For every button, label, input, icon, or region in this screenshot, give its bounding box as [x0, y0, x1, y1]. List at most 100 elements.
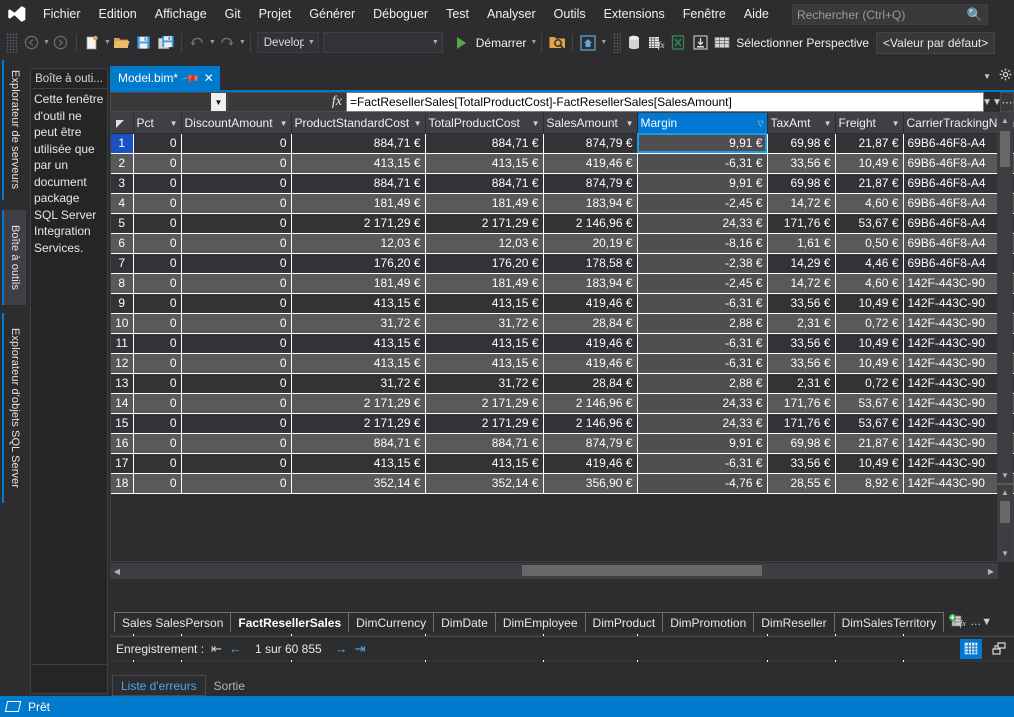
table-row[interactable]: 17 0 0 413,15 €413,15 €419,46 € -6,31 €33,56… — [111, 453, 1014, 474]
navigate-forward-icon[interactable] — [50, 31, 72, 55]
cell-discountamount[interactable]: 0 — [181, 473, 292, 494]
row-header[interactable]: 9 — [111, 293, 134, 314]
measure-vertical-scrollbar[interactable]: ▲ ▼ — [997, 485, 1013, 561]
cell-freight[interactable]: 10,49 € — [835, 333, 904, 354]
cell-productstandardcost[interactable]: 413,15 € — [291, 153, 426, 174]
save-all-icon[interactable] — [155, 31, 177, 55]
cell-taxamt[interactable]: 33,56 € — [767, 333, 836, 354]
row-header[interactable]: 17 — [111, 453, 134, 474]
cell-pct[interactable]: 0 — [133, 393, 182, 414]
filter-dropdown-icon[interactable]: ▽ — [757, 119, 763, 128]
cell-pct[interactable]: 0 — [133, 233, 182, 254]
cell-freight[interactable]: 8,92 € — [835, 473, 904, 494]
cell-taxamt[interactable]: 2,31 € — [767, 373, 836, 394]
start-button[interactable]: Démarrer — [473, 36, 530, 50]
new-item-dropdown-icon[interactable]: ▼ — [104, 39, 111, 46]
cell-productstandardcost[interactable]: 352,14 € — [291, 473, 426, 494]
cell-pct[interactable]: 0 — [133, 433, 182, 454]
cell-margin[interactable]: 2,88 € — [637, 373, 768, 394]
cell-productstandardcost[interactable]: 176,20 € — [291, 253, 426, 274]
sidebar-item-server-explorer[interactable]: Explorateur de serveurs — [2, 60, 26, 200]
cell-pct[interactable]: 0 — [133, 273, 182, 294]
cell-taxamt[interactable]: 69,98 € — [767, 173, 836, 194]
next-record-icon[interactable]: → — [335, 641, 348, 656]
table-tab-dimreseller[interactable]: DimReseller — [753, 612, 835, 632]
cell-totalproductcost[interactable]: 181,49 € — [425, 273, 544, 294]
table-grid-icon[interactable] — [711, 31, 733, 55]
row-header[interactable]: 12 — [111, 353, 134, 374]
cell-salesamount[interactable]: 356,90 € — [543, 473, 638, 494]
table-row[interactable]: 1 0 0 884,71 €884,71 €874,79 €9,91 €69,98 €… — [111, 133, 1014, 154]
cell-totalproductcost[interactable]: 176,20 € — [425, 253, 544, 274]
row-header[interactable]: 5 — [111, 213, 134, 234]
table-row[interactable]: 6 0 0 12,03 €12,03 €20,19 € -8,16 €1,61 €0,5… — [111, 233, 1014, 254]
cell-salesamount[interactable]: 2 146,96 € — [543, 393, 638, 414]
cell-discountamount[interactable]: 0 — [181, 133, 292, 154]
table-tab-dimsalesterritory[interactable]: DimSalesTerritory — [833, 612, 945, 632]
data-vertical-scrollbar[interactable]: ▲ ▼ — [997, 113, 1013, 483]
cell-productstandardcost[interactable]: 2 171,29 € — [291, 413, 426, 434]
cell-salesamount[interactable]: 419,46 € — [543, 153, 638, 174]
row-header[interactable]: 2 — [111, 153, 134, 174]
cell-totalproductcost[interactable]: 884,71 € — [425, 133, 544, 154]
cell-discountamount[interactable]: 0 — [181, 393, 292, 414]
gear-icon[interactable] — [999, 68, 1012, 84]
cell-taxamt[interactable]: 33,56 € — [767, 293, 836, 314]
scroll-down-icon[interactable]: ▼ — [997, 468, 1013, 483]
cell-freight[interactable]: 10,49 € — [835, 353, 904, 374]
cell-salesamount[interactable]: 28,84 € — [543, 313, 638, 334]
cell-freight[interactable]: 53,67 € — [835, 413, 904, 434]
cell-margin[interactable]: -6,31 € — [637, 293, 768, 314]
table-row[interactable]: 11 0 0 413,15 €413,15 €419,46 € -6,31 €33,56… — [111, 333, 1014, 354]
cell-taxamt[interactable]: 69,98 € — [767, 133, 836, 154]
cell-freight[interactable]: 4,60 € — [835, 273, 904, 294]
menu-deboguer[interactable]: Déboguer — [364, 3, 437, 25]
import-data-icon[interactable] — [689, 31, 711, 55]
cell-discountamount[interactable]: 0 — [181, 193, 292, 214]
cell-margin[interactable]: 2,88 € — [637, 313, 768, 334]
filter-dropdown-icon[interactable]: ▼ — [626, 119, 634, 128]
table-row[interactable]: 10 0 0 31,72 €31,72 €28,84 €2,88 €2,31 €0,7… — [111, 313, 1014, 334]
cell-discountamount[interactable]: 0 — [181, 413, 292, 434]
row-header[interactable]: 14 — [111, 393, 134, 414]
cell-totalproductcost[interactable]: 2 171,29 € — [425, 213, 544, 234]
navigate-back-dropdown-icon[interactable]: ▼ — [43, 39, 50, 46]
home-icon[interactable] — [577, 31, 599, 55]
cell-productstandardcost[interactable]: 413,15 € — [291, 333, 426, 354]
cell-pct[interactable]: 0 — [133, 193, 182, 214]
table-tab-dimpromotion[interactable]: DimPromotion — [662, 612, 755, 632]
cell-taxamt[interactable]: 69,98 € — [767, 433, 836, 454]
tab-output[interactable]: Sortie — [206, 675, 253, 696]
column-header-pct[interactable]: Pct ▼ — [133, 113, 182, 134]
cell-freight[interactable]: 21,87 € — [835, 133, 904, 154]
cell-salesamount[interactable]: 874,79 € — [543, 433, 638, 454]
cell-margin[interactable]: -2,38 € — [637, 253, 768, 274]
cell-salesamount[interactable]: 20,19 € — [543, 233, 638, 254]
search-input[interactable]: Rechercher (Ctrl+Q) 🔍 — [792, 4, 988, 25]
cell-salesamount[interactable]: 874,79 € — [543, 133, 638, 154]
row-header[interactable]: 8 — [111, 273, 134, 294]
table-row[interactable]: 2 0 0 413,15 €413,15 €419,46 € -6,31 €33,56 … — [111, 153, 1014, 174]
scroll-right-icon[interactable]: ▶ — [984, 567, 998, 576]
cell-taxamt[interactable]: 28,55 € — [767, 473, 836, 494]
row-header[interactable]: 1 — [111, 133, 134, 154]
diagram-view-icon[interactable] — [988, 639, 1010, 659]
column-header-discountamount[interactable]: DiscountAmount ▼ — [181, 113, 292, 134]
table-row[interactable]: 18 0 0 352,14 €352,14 €356,90 € -4,76 €28,55… — [111, 473, 1014, 494]
cell-discountamount[interactable]: 0 — [181, 333, 292, 354]
table-row[interactable]: 9 0 0 413,15 €413,15 €419,46 € -6,31 €33,56 … — [111, 293, 1014, 314]
scroll-thumb[interactable] — [1000, 131, 1010, 167]
solution-configuration-combo[interactable]: Developı ▼ — [256, 32, 319, 53]
cell-productstandardcost[interactable]: 413,15 € — [291, 453, 426, 474]
cell-salesamount[interactable]: 419,46 € — [543, 293, 638, 314]
cell-totalproductcost[interactable]: 12,03 € — [425, 233, 544, 254]
filter-dropdown-icon[interactable]: ▼ — [532, 119, 540, 128]
menu-projet[interactable]: Projet — [250, 3, 301, 25]
menu-edition[interactable]: Edition — [90, 3, 146, 25]
excel-icon[interactable] — [667, 31, 689, 55]
cell-freight[interactable]: 10,49 € — [835, 293, 904, 314]
scroll-left-icon[interactable]: ◀ — [110, 567, 124, 576]
table-row[interactable]: 14 0 0 2 171,29 €2 171,29 €2 146,96 €24,33 … — [111, 393, 1014, 414]
cell-margin[interactable]: 24,33 € — [637, 213, 768, 234]
cell-freight[interactable]: 10,49 € — [835, 153, 904, 174]
